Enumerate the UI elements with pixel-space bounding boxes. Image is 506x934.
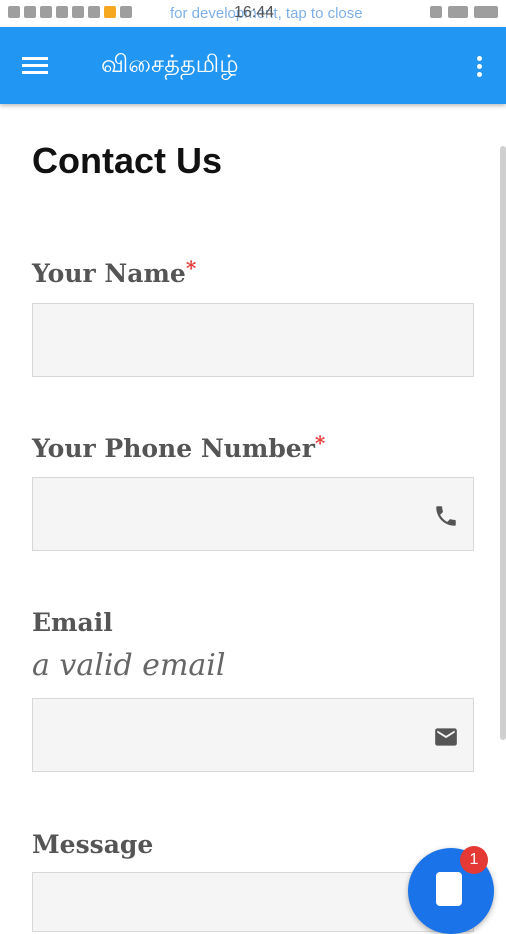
- notification-icons: [8, 6, 132, 18]
- app-icon: [104, 6, 116, 18]
- menu-icon[interactable]: [22, 53, 52, 79]
- eye-icon: [448, 6, 468, 18]
- email-hint: a valid email: [32, 648, 226, 683]
- name-label: Your Name*: [32, 256, 197, 288]
- app-bar: விசைத்தமிழ்: [0, 27, 506, 104]
- name-label-text: Your Name: [32, 259, 186, 288]
- shield-icon: [88, 6, 100, 18]
- email-input[interactable]: [33, 699, 473, 771]
- email-label: Email: [32, 608, 113, 637]
- wifi-icon: [24, 6, 36, 18]
- email-field[interactable]: [32, 698, 474, 772]
- more-options-icon[interactable]: [474, 53, 484, 79]
- warning-icon: [56, 6, 68, 18]
- page-title: Contact Us: [32, 140, 223, 181]
- contact-form: Contact Us Your Name* Your Phone Number*…: [0, 104, 506, 932]
- status-bar: for development, tap to close 16:44: [0, 0, 506, 27]
- play-icon: [120, 6, 132, 18]
- notification-badge: 1: [460, 846, 488, 874]
- name-field[interactable]: [32, 303, 474, 377]
- phone-input[interactable]: [33, 478, 473, 550]
- status-right-icons: [430, 6, 498, 18]
- message-field[interactable]: [32, 872, 474, 932]
- mail-icon: [435, 728, 457, 746]
- message-label: Message: [32, 830, 154, 859]
- app-title: விசைத்தமிழ்: [101, 51, 239, 78]
- alarm-icon: [430, 6, 442, 18]
- name-input[interactable]: [33, 304, 473, 376]
- chat-icon: [436, 872, 462, 906]
- required-mark: *: [314, 431, 326, 455]
- image-icon: [72, 6, 84, 18]
- phone-label: Your Phone Number*: [32, 431, 326, 463]
- sim-icon: [8, 6, 20, 18]
- required-mark: *: [185, 256, 197, 280]
- phone-label-text: Your Phone Number: [32, 434, 315, 463]
- status-time: 16:44: [234, 4, 275, 21]
- phone-field[interactable]: [32, 477, 474, 551]
- battery-icon: [474, 6, 498, 18]
- download-icon: [40, 6, 52, 18]
- phone-icon: [436, 506, 456, 526]
